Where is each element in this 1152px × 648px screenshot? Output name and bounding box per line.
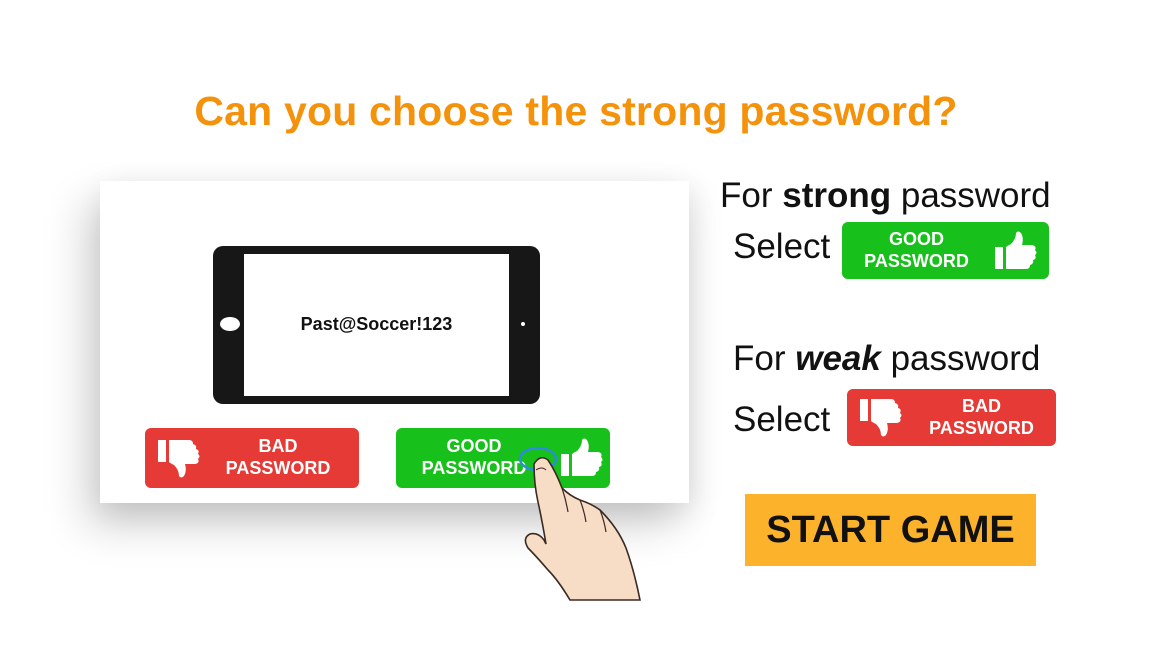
weak-rule-suffix: password xyxy=(880,339,1041,378)
phone-screen: Past@Soccer!123 xyxy=(244,254,509,396)
strong-select-label: Select xyxy=(733,227,831,266)
legend-bad-line1: BAD xyxy=(961,395,1001,416)
start-game-button[interactable]: START GAME xyxy=(745,494,1036,566)
demo-bad-line1: BAD xyxy=(258,436,298,457)
demo-bad-line2: PASSWORD xyxy=(225,458,331,478)
demo-bad-password-button[interactable]: BAD PASSWORD xyxy=(145,428,359,488)
weak-keyword: weak xyxy=(795,339,881,378)
strong-keyword: strong xyxy=(782,176,892,215)
page-title: Can you choose the strong password? xyxy=(194,88,958,134)
phone-camera xyxy=(521,322,525,326)
thumbs-down-icon xyxy=(158,440,200,478)
legend-bad-password-button: BAD PASSWORD xyxy=(847,389,1056,446)
weak-select-label: Select xyxy=(733,400,831,439)
legend-good-password-button: GOOD PASSWORD xyxy=(842,222,1049,279)
weak-rule-prefix: For xyxy=(733,339,796,378)
smartphone-icon: Past@Soccer!123 xyxy=(213,246,540,404)
strong-rule-text: For strong password xyxy=(720,176,1051,216)
weak-rule-text: For weak password xyxy=(733,339,1040,379)
strong-rule-suffix: password xyxy=(891,176,1051,215)
pointing-hand-icon xyxy=(518,446,641,601)
legend-bad-line2: PASSWORD xyxy=(929,417,1034,438)
strong-rule-prefix: For xyxy=(720,176,783,215)
thumbs-up-icon xyxy=(995,231,1037,269)
legend-good-line2: PASSWORD xyxy=(864,250,969,271)
legend-good-line1: GOOD xyxy=(888,228,944,249)
phone-home-button xyxy=(220,317,240,331)
thumbs-down-icon xyxy=(860,399,902,437)
password-sample-text: Past@Soccer!123 xyxy=(300,313,453,334)
